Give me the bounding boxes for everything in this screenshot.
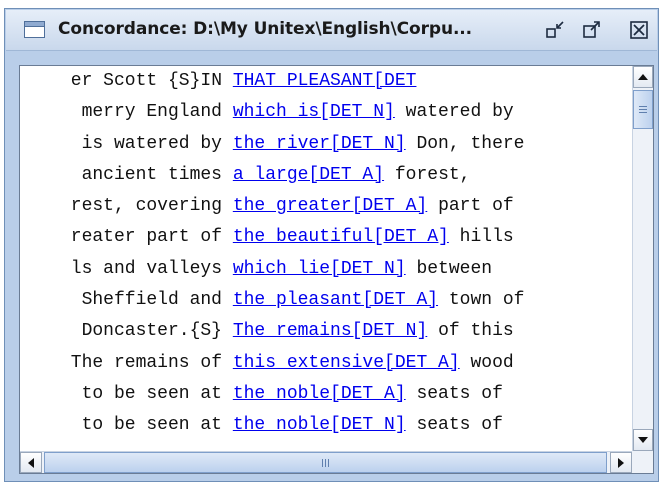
scroll-down-button[interactable] <box>633 429 653 451</box>
concordance-line: merry England which is[DET N] watered by <box>20 97 632 128</box>
right-context: Don, there <box>416 133 525 154</box>
right-context: town of <box>448 290 525 311</box>
maximize-button[interactable] <box>581 19 603 41</box>
match-link[interactable]: the river[DET N] <box>233 134 406 154</box>
concordance-line: Sheffield and the pleasant[DET A] town o… <box>20 285 632 316</box>
concordance-line: rest, covering the greater[DET A] part o… <box>20 191 632 222</box>
scroll-up-button[interactable] <box>633 66 653 88</box>
scroll-left-button[interactable] <box>20 452 42 473</box>
left-context: ancient times <box>81 164 222 185</box>
concordance-line: ancient times a large[DET A] forest, <box>20 160 632 191</box>
left-context: Doncaster.{S} <box>81 321 222 342</box>
match-link[interactable]: the noble[DET N] <box>233 415 406 435</box>
concordance-panel: er Scott {S}IN THAT PLEASANT[DET merry E… <box>19 65 654 474</box>
right-context: part of <box>438 196 514 217</box>
vertical-scroll-thumb[interactable] <box>633 90 653 129</box>
left-context: merry England <box>81 102 222 123</box>
left-context: Sheffield and <box>81 290 222 311</box>
concordance-line: ls and valleys which lie[DET N] between <box>20 254 632 285</box>
match-link[interactable]: the greater[DET A] <box>233 196 427 216</box>
maximize-icon <box>583 21 600 38</box>
window-icon <box>24 21 45 38</box>
right-context: forest, <box>394 164 471 185</box>
right-context: seats of <box>416 383 503 404</box>
match-link[interactable]: which lie[DET N] <box>233 259 406 279</box>
left-context: The remains of <box>70 352 222 373</box>
match-link[interactable]: the noble[DET A] <box>233 384 406 404</box>
vertical-scrollbar[interactable] <box>632 66 653 451</box>
right-context: between <box>416 258 493 279</box>
close-button[interactable] <box>628 19 650 41</box>
horizontal-scroll-thumb[interactable] <box>44 452 607 473</box>
left-context: is watered by <box>81 133 222 154</box>
scrollbar-corner <box>632 451 653 473</box>
match-link[interactable]: THAT PLEASANT[DET <box>233 71 417 91</box>
arrow-down-icon <box>638 437 648 443</box>
concordance-line: Doncaster.{S} The remains[DET N] of this <box>20 316 632 347</box>
right-context: seats of <box>416 415 503 436</box>
arrow-up-icon <box>638 74 648 80</box>
concordance-line: The remains of this extensive[DET A] woo… <box>20 348 632 379</box>
match-link[interactable]: the pleasant[DET A] <box>233 290 438 310</box>
arrow-right-icon <box>618 457 624 468</box>
scroll-right-button[interactable] <box>610 452 632 473</box>
right-context: wood <box>470 352 514 373</box>
concordance-line: to be seen at the noble[DET N] seats of <box>20 410 632 441</box>
left-context: to be seen at <box>81 415 222 436</box>
concordance-line: reater part of the beautiful[DET A] hill… <box>20 222 632 253</box>
grip-icon <box>639 106 647 113</box>
iconify-button[interactable] <box>544 19 566 41</box>
right-context: hills <box>459 227 514 248</box>
left-context: rest, covering <box>70 196 222 217</box>
right-context: watered by <box>405 102 514 123</box>
window-title: Concordance: D:\My Unitex\English\Corpu.… <box>58 19 473 39</box>
right-context: of this <box>438 321 514 342</box>
left-context: reater part of <box>70 227 222 248</box>
left-context: ls and valleys <box>70 258 222 279</box>
concordance-line: is watered by the river[DET N] Don, ther… <box>20 129 632 160</box>
left-context: er Scott {S}IN <box>70 71 222 91</box>
close-icon <box>630 21 648 39</box>
left-context: to be seen at <box>81 383 222 404</box>
concordance-window: Concordance: D:\My Unitex\English\Corpu.… <box>4 8 659 482</box>
horizontal-scrollbar[interactable] <box>20 451 632 473</box>
match-link[interactable]: a large[DET A] <box>233 165 384 185</box>
match-link[interactable]: which is[DET N] <box>233 102 395 122</box>
grip-icon <box>322 458 329 467</box>
iconify-icon <box>546 21 564 38</box>
concordance-text[interactable]: er Scott {S}IN THAT PLEASANT[DET merry E… <box>20 66 632 451</box>
match-link[interactable]: this extensive[DET A] <box>233 353 460 373</box>
arrow-left-icon <box>28 457 34 468</box>
match-link[interactable]: the beautiful[DET A] <box>233 227 449 247</box>
match-link[interactable]: The remains[DET N] <box>233 321 427 341</box>
title-bar[interactable]: Concordance: D:\My Unitex\English\Corpu.… <box>6 10 657 51</box>
concordance-line: to be seen at the noble[DET A] seats of <box>20 379 632 410</box>
concordance-line: er Scott {S}IN THAT PLEASANT[DET <box>20 66 632 97</box>
